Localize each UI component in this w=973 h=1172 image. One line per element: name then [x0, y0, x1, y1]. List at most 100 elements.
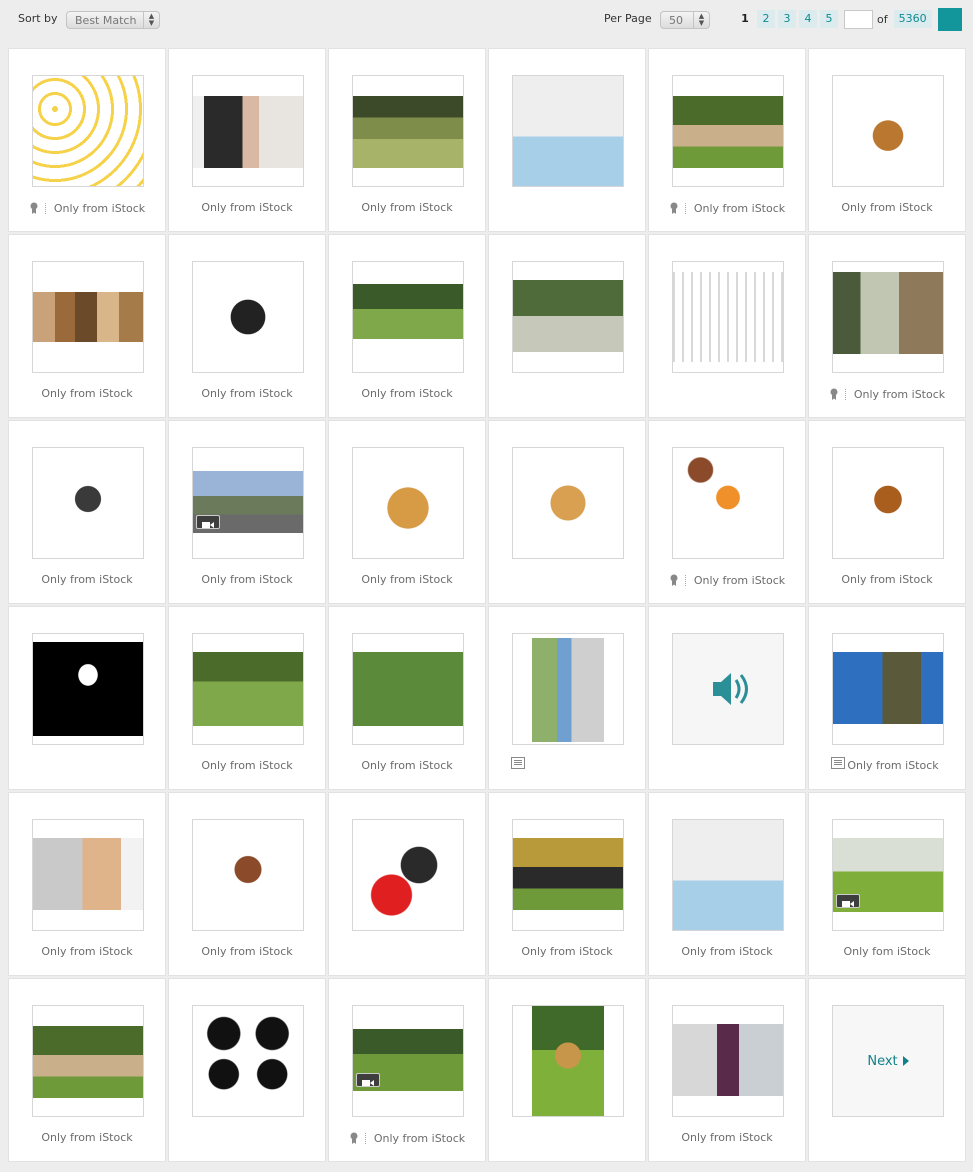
- result-thumbnail[interactable]: [192, 261, 304, 373]
- result-card[interactable]: [649, 235, 805, 417]
- dog-photo: [673, 820, 783, 930]
- result-card[interactable]: Only from iStock: [169, 421, 325, 603]
- per-page-select[interactable]: 50 ▲ ▼: [660, 11, 710, 29]
- result-card[interactable]: Only from iStock: [9, 49, 165, 231]
- result-thumbnail[interactable]: [192, 75, 304, 187]
- sort-select[interactable]: Best Match ▲ ▼: [66, 11, 160, 29]
- result-thumbnail[interactable]: [352, 819, 464, 931]
- result-thumbnail[interactable]: [832, 447, 944, 559]
- video-camera-icon: [196, 515, 220, 529]
- result-thumbnail[interactable]: [832, 819, 944, 931]
- total-pages-link[interactable]: 5360: [893, 10, 932, 28]
- dog-photo: [193, 1006, 303, 1116]
- ribbon-badge-icon: [669, 202, 679, 214]
- page-link-1[interactable]: 1: [736, 10, 754, 28]
- result-card[interactable]: Only from iStock: [649, 49, 805, 231]
- result-thumbnail[interactable]: [32, 447, 144, 559]
- result-thumbnail[interactable]: [32, 819, 144, 931]
- result-card[interactable]: Only from iStock: [809, 235, 965, 417]
- dog-photo: [513, 280, 623, 352]
- result-card[interactable]: [649, 607, 805, 789]
- result-card[interactable]: [489, 421, 645, 603]
- exclusive-caption: Only from iStock: [9, 945, 165, 959]
- page-link-2[interactable]: 2: [757, 10, 775, 28]
- result-card[interactable]: Only from iStock: [9, 793, 165, 975]
- caption-text: Only from iStock: [521, 945, 613, 958]
- result-card[interactable]: [169, 979, 325, 1161]
- of-label: of: [877, 12, 888, 26]
- result-thumbnail[interactable]: [192, 819, 304, 931]
- result-thumbnail[interactable]: [512, 447, 624, 559]
- result-thumbnail[interactable]: [352, 261, 464, 373]
- result-card[interactable]: Only from iStock: [489, 793, 645, 975]
- result-card[interactable]: Only from iStock: [809, 49, 965, 231]
- result-card[interactable]: [489, 49, 645, 231]
- result-thumbnail[interactable]: [672, 447, 784, 559]
- result-thumbnail[interactable]: [512, 633, 624, 745]
- result-thumbnail[interactable]: [192, 447, 304, 559]
- result-card[interactable]: Only from iStock: [169, 235, 325, 417]
- result-thumbnail[interactable]: [352, 75, 464, 187]
- caption-text: Only from iStock: [361, 759, 453, 772]
- result-thumbnail[interactable]: [512, 75, 624, 187]
- result-card[interactable]: [489, 979, 645, 1161]
- result-thumbnail[interactable]: [672, 819, 784, 931]
- result-card[interactable]: [489, 607, 645, 789]
- result-card[interactable]: Only from iStock: [809, 421, 965, 603]
- page-link-4[interactable]: 4: [799, 10, 817, 28]
- result-card[interactable]: Only from iStock: [329, 607, 485, 789]
- result-card[interactable]: Only from iStock: [169, 607, 325, 789]
- result-thumbnail[interactable]: [512, 819, 624, 931]
- result-thumbnail[interactable]: [352, 447, 464, 559]
- page-link-3[interactable]: 3: [778, 10, 796, 28]
- result-thumbnail[interactable]: [512, 1005, 624, 1117]
- result-card[interactable]: [329, 793, 485, 975]
- result-card[interactable]: Only from iStock: [329, 235, 485, 417]
- caption-divider: [364, 1132, 366, 1144]
- result-card[interactable]: Only from iStock: [329, 49, 485, 231]
- result-thumbnail[interactable]: [672, 75, 784, 187]
- result-card[interactable]: [489, 235, 645, 417]
- result-thumbnail[interactable]: [32, 633, 144, 745]
- result-thumbnail[interactable]: [192, 633, 304, 745]
- result-card[interactable]: Only from iStock: [9, 979, 165, 1161]
- caption-text: Only from iStock: [41, 945, 133, 958]
- result-thumbnail[interactable]: [352, 633, 464, 745]
- page-link-5[interactable]: 5: [820, 10, 838, 28]
- result-card[interactable]: Only from iStock: [169, 49, 325, 231]
- result-card[interactable]: Only from iStock: [329, 979, 485, 1161]
- caption-text: Only from iStock: [361, 573, 453, 586]
- page-number-input[interactable]: [844, 9, 873, 29]
- result-card[interactable]: Only from iStock: [9, 421, 165, 603]
- result-card[interactable]: [9, 607, 165, 789]
- dog-photo: [833, 272, 943, 354]
- result-thumbnail[interactable]: [672, 261, 784, 373]
- result-thumbnail[interactable]: [32, 1005, 144, 1117]
- result-card[interactable]: Only from iStock: [9, 235, 165, 417]
- result-thumbnail[interactable]: [672, 1005, 784, 1117]
- result-card[interactable]: Only from iStock: [169, 793, 325, 975]
- dog-photo: [673, 1024, 783, 1096]
- result-thumbnail[interactable]: [832, 633, 944, 745]
- result-card[interactable]: Only from iStock: [809, 607, 965, 789]
- result-thumbnail[interactable]: [832, 75, 944, 187]
- result-card[interactable]: Next: [809, 979, 965, 1161]
- result-card[interactable]: Only from iStock: [329, 421, 485, 603]
- next-page-button[interactable]: Next: [832, 1005, 944, 1117]
- result-card[interactable]: Only fom iStock: [809, 793, 965, 975]
- result-card[interactable]: Only from iStock: [649, 793, 805, 975]
- audio-thumbnail[interactable]: [672, 633, 784, 745]
- dog-photo: [33, 463, 143, 543]
- result-thumbnail[interactable]: [832, 261, 944, 373]
- result-thumbnail[interactable]: [32, 75, 144, 187]
- go-page-button[interactable]: [938, 8, 962, 31]
- result-thumbnail[interactable]: [192, 1005, 304, 1117]
- exclusive-caption: Only from iStock: [329, 573, 485, 587]
- dog-photo: [353, 96, 463, 168]
- result-card[interactable]: Only from iStock: [649, 421, 805, 603]
- result-card[interactable]: Only from iStock: [649, 979, 805, 1161]
- result-thumbnail[interactable]: [512, 261, 624, 373]
- result-thumbnail[interactable]: [32, 261, 144, 373]
- result-thumbnail[interactable]: [352, 1005, 464, 1117]
- dog-photo: [33, 1026, 143, 1098]
